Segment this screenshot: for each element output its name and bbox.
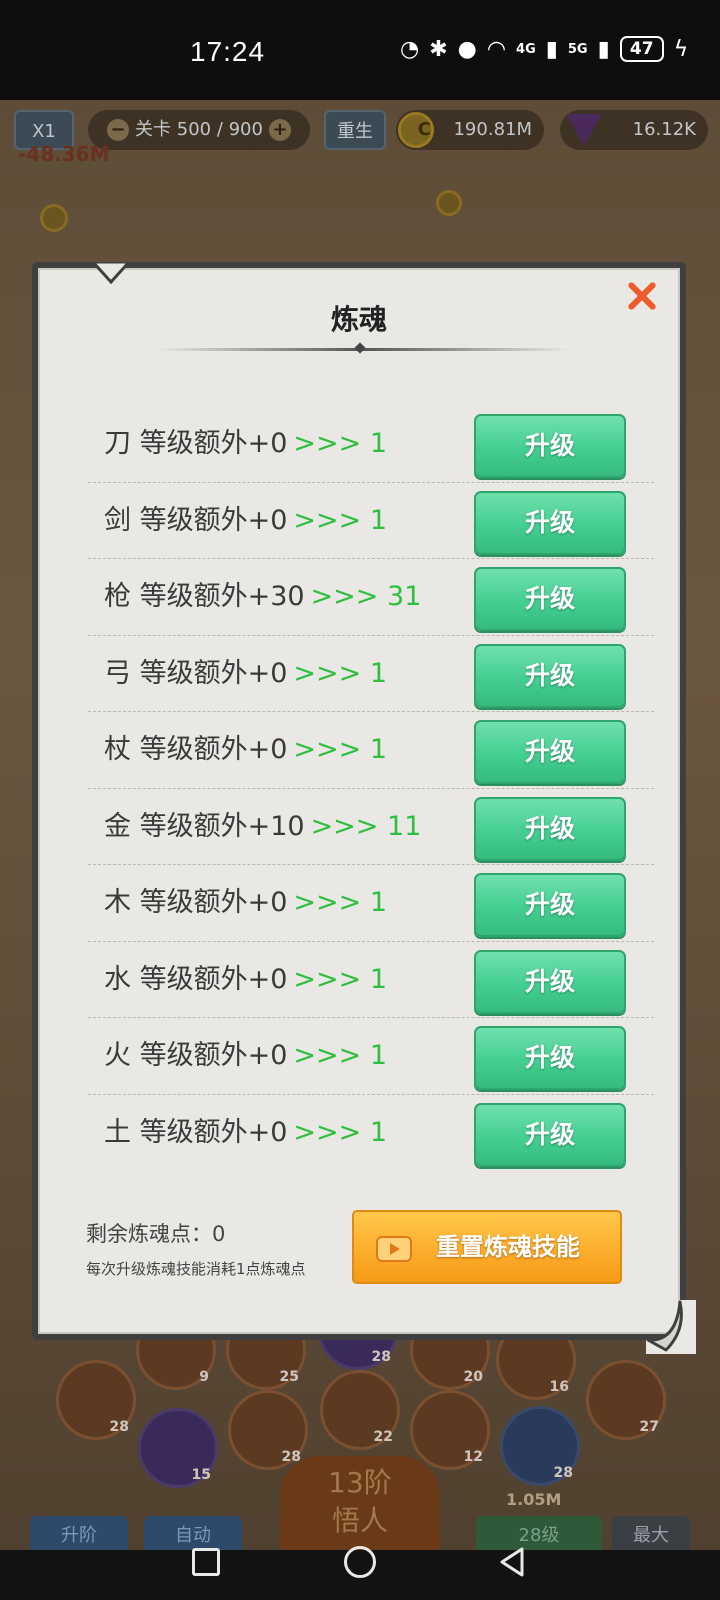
- coin-icon: [436, 190, 462, 216]
- skill-label: 火 等级额外+0 >>> 1: [104, 1040, 388, 1071]
- zodiac-slot[interactable]: 28: [500, 1406, 580, 1486]
- upgrade-button[interactable]: 升级: [474, 490, 626, 555]
- gem-counter: 16.12K: [560, 110, 708, 150]
- signal-5g: 5G: [567, 41, 588, 57]
- battery-indicator: 47: [619, 36, 664, 62]
- skill-label: 杖 等级额外+0 >>> 1: [104, 734, 388, 765]
- recents-icon[interactable]: [192, 1548, 220, 1576]
- skill-label: 水 等级额外+0 >>> 1: [104, 963, 388, 995]
- gem-icon: [566, 114, 602, 146]
- signal-bars-icon: ▮: [597, 36, 610, 62]
- list-item: 枪 等级额外+30 >>> 31 升级: [88, 559, 654, 636]
- gem-value: 16.12K: [632, 119, 696, 140]
- skill-label: 土 等级额外+0 >>> 1: [104, 1116, 388, 1148]
- stage-minus-icon[interactable]: −: [107, 119, 130, 141]
- upgrade-cost: 1.05M: [506, 1490, 562, 1509]
- dialog-notch: [93, 262, 129, 284]
- zodiac-slot[interactable]: 12: [410, 1390, 490, 1470]
- zodiac-slot[interactable]: 28: [228, 1390, 308, 1470]
- zodiac-slot[interactable]: 28: [56, 1360, 136, 1440]
- dialog-title: 炼魂: [330, 303, 387, 336]
- zodiac-slot[interactable]: 22: [320, 1370, 400, 1450]
- coin-icon: [40, 204, 68, 232]
- close-icon[interactable]: [620, 274, 664, 318]
- bluetooth-icon: ✱: [429, 36, 448, 62]
- upgrade-button[interactable]: 升级: [474, 796, 626, 861]
- upgrade-button[interactable]: 升级: [474, 643, 626, 708]
- home-icon[interactable]: [344, 1546, 376, 1578]
- upgrade-button[interactable]: 升级: [474, 720, 626, 784]
- upgrade-button[interactable]: 升级: [474, 1102, 626, 1167]
- soul-refine-dialog: 炼魂 刀 等级额外+0 >>> 1 升级 剑 等级额外+0 >>> 1 升级 枪 等…: [32, 262, 696, 1354]
- skill-label: 金 等级额外+10 >>> 11: [104, 810, 422, 842]
- status-time: 17:24: [190, 36, 266, 67]
- speed-icon: ◔: [400, 36, 420, 62]
- back-icon[interactable]: [498, 1546, 526, 1578]
- remaining-points: 剩余炼魂点：0: [86, 1222, 226, 1246]
- reset-skills-label: 重置炼魂技能: [436, 1233, 580, 1261]
- coin-icon: C: [398, 112, 434, 148]
- upgrade-button[interactable]: 升级: [474, 873, 626, 937]
- list-item: 弓 等级额外+0 >>> 1 升级: [88, 636, 654, 712]
- upgrade-button[interactable]: 升级: [474, 567, 626, 631]
- reborn-button[interactable]: 重生: [324, 110, 386, 150]
- title-divider-ornament: [354, 342, 366, 354]
- list-item: 土 等级额外+0 >>> 1 升级: [88, 1095, 654, 1172]
- zodiac-slot[interactable]: 27: [586, 1360, 666, 1440]
- cost-hint: 每次升级炼魂技能消耗1点炼魂点: [86, 1260, 306, 1278]
- stage-plus-icon[interactable]: +: [268, 119, 291, 141]
- skill-label: 刀 等级额外+0 >>> 1: [104, 428, 388, 459]
- skill-label: 木 等级额外+0 >>> 1: [104, 887, 388, 918]
- reset-skills-button[interactable]: 重置炼魂技能: [352, 1210, 622, 1284]
- page-curl-decoration: [646, 1300, 696, 1354]
- stage-badge: 13阶 悟人: [280, 1456, 440, 1556]
- upgrade-button[interactable]: 升级: [474, 414, 626, 478]
- skill-label: 枪 等级额外+30 >>> 31: [104, 581, 422, 612]
- list-item: 水 等级额外+0 >>> 1 升级: [88, 942, 654, 1018]
- skill-label: 弓 等级额外+0 >>> 1: [104, 657, 388, 689]
- list-item: 剑 等级额外+0 >>> 1 升级: [88, 483, 654, 559]
- list-item: 杖 等级额外+0 >>> 1 升级: [88, 712, 654, 789]
- list-item: 火 等级额外+0 >>> 1 升级: [88, 1018, 654, 1095]
- stage-badge-level: 13阶: [328, 1466, 392, 1499]
- list-item: 金 等级额外+10 >>> 11 升级: [88, 789, 654, 865]
- zodiac-slot[interactable]: 15: [138, 1408, 218, 1488]
- charging-icon: ϟ: [673, 36, 689, 62]
- skill-list: 刀 等级额外+0 >>> 1 升级 剑 等级额外+0 >>> 1 升级 枪 等级额外…: [88, 406, 654, 1171]
- status-bar: 17:24 ◔ ✱ ● ◠ 4G ▮ 5G ▮ 47 ϟ: [0, 0, 720, 100]
- stage-label: 关卡 500 / 900: [135, 119, 263, 140]
- list-item: 刀 等级额外+0 >>> 1 升级: [88, 406, 654, 483]
- gold-counter: C 190.81M: [396, 110, 544, 150]
- damage-float: -48.36M: [18, 142, 110, 166]
- wifi-icon: ◠: [486, 36, 507, 62]
- stage-selector[interactable]: − 关卡 500 / 900 +: [88, 110, 310, 150]
- status-icons: ◔ ✱ ● ◠ 4G ▮ 5G ▮ 47 ϟ: [400, 36, 688, 62]
- upgrade-button[interactable]: 升级: [474, 1026, 626, 1090]
- stage-badge-name: 悟人: [331, 1504, 388, 1537]
- upgrade-button[interactable]: 升级: [474, 949, 626, 1014]
- signal-bars-icon: ▮: [545, 36, 558, 62]
- video-icon: [376, 1236, 412, 1262]
- location-icon: ●: [457, 36, 477, 62]
- list-item: 木 等级额外+0 >>> 1 升级: [88, 865, 654, 942]
- signal-4g: 4G: [516, 41, 536, 57]
- skill-label: 剑 等级额外+0 >>> 1: [104, 504, 388, 536]
- gold-value: 190.81M: [453, 119, 532, 140]
